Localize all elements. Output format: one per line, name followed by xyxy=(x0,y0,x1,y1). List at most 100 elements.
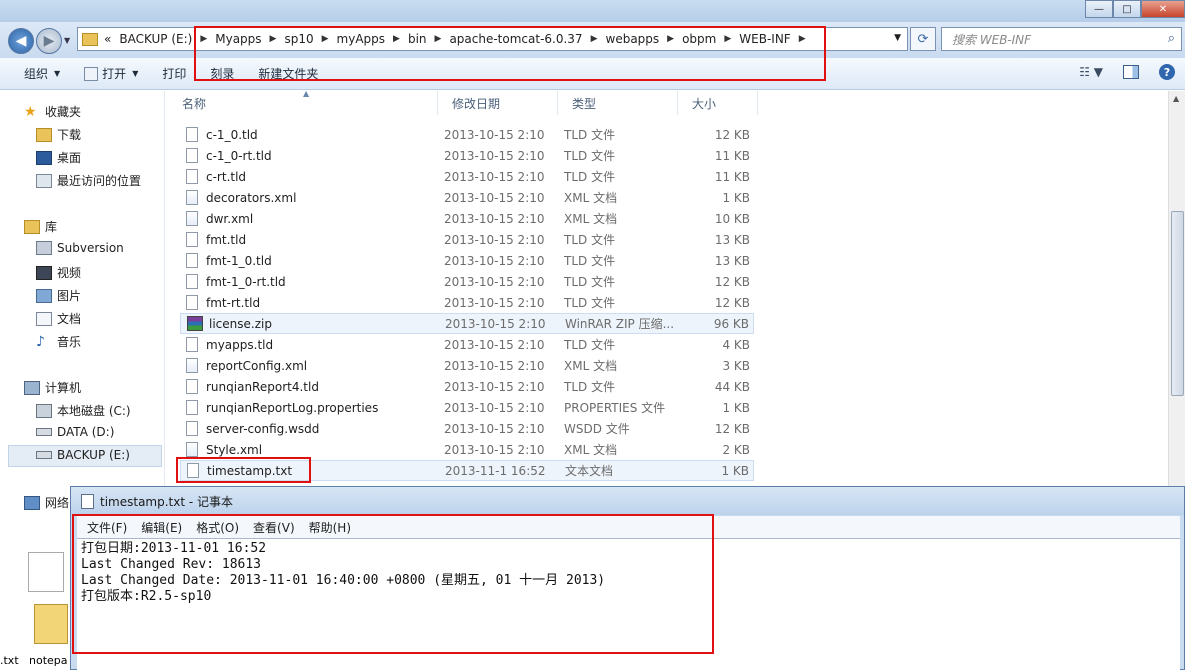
refresh-button[interactable]: ⟳ xyxy=(910,27,936,51)
organize-button[interactable]: 组织 ▼ xyxy=(24,65,60,82)
file-size: 44 KB xyxy=(714,379,750,394)
file-row[interactable]: dwr.xml 2013-10-15 2:10 XML 文档 10 KB xyxy=(180,208,754,229)
file-size: 13 KB xyxy=(714,232,750,247)
nav-documents[interactable]: 文档 xyxy=(36,310,81,327)
forward-button[interactable]: ▶ xyxy=(36,28,62,54)
file-row[interactable]: fmt-1_0.tld 2013-10-15 2:10 TLD 文件 13 KB xyxy=(180,250,754,271)
file-icon xyxy=(186,148,198,163)
column-header-type[interactable]: 类型 xyxy=(558,91,678,115)
file-date: 2013-10-15 2:10 xyxy=(445,316,546,331)
nav-libraries[interactable]: 库 xyxy=(24,218,57,235)
music-icon: ♪ xyxy=(36,333,45,350)
xml-file-icon xyxy=(186,358,198,373)
nav-desktop[interactable]: 桌面 xyxy=(36,149,81,166)
file-row[interactable]: c-rt.tld 2013-10-15 2:10 TLD 文件 11 KB xyxy=(180,166,754,187)
file-row[interactable]: c-1_0.tld 2013-10-15 2:10 TLD 文件 12 KB xyxy=(180,124,754,145)
file-icon xyxy=(186,295,198,310)
file-row[interactable]: license.zip 2013-10-15 2:10 WinRAR ZIP 压缩.… xyxy=(180,313,754,334)
file-type: 文本文档 xyxy=(565,464,614,478)
breadcrumb-root[interactable]: BACKUP (E:) xyxy=(119,32,192,46)
column-header-size[interactable]: 大小 xyxy=(678,91,758,115)
file-name: fmt-rt.tld xyxy=(206,295,261,310)
arrow-right-icon: ▶ xyxy=(43,33,55,49)
nav-recent[interactable]: 最近访问的位置 xyxy=(36,172,141,189)
file-size: 12 KB xyxy=(714,274,750,289)
breadcrumb-overflow-icon[interactable]: « xyxy=(104,32,111,46)
file-icon xyxy=(186,253,198,268)
nav-favorites[interactable]: ★ 收藏夹 xyxy=(24,103,81,120)
desktop-folder-icon[interactable] xyxy=(34,604,68,644)
file-icon xyxy=(186,379,198,394)
nav-label: DATA (D:) xyxy=(57,425,115,439)
annotation-box-file xyxy=(176,457,311,483)
window-controls: — □ ✕ xyxy=(1085,0,1185,18)
arrow-left-icon: ◀ xyxy=(15,33,27,49)
file-type: TLD 文件 xyxy=(564,254,616,268)
column-header-name[interactable]: 名称 ▲ xyxy=(168,89,438,115)
open-icon xyxy=(84,66,99,81)
history-dropdown-icon[interactable]: ▼ xyxy=(64,36,70,45)
drive-c-icon xyxy=(36,403,52,418)
column-header-date[interactable]: 修改日期 xyxy=(438,91,558,115)
search-input[interactable]: 搜索 WEB-INF ⌕ xyxy=(941,27,1182,51)
nav-downloads[interactable]: 下载 xyxy=(36,126,81,143)
nav-label: 库 xyxy=(45,220,58,234)
file-name: fmt-1_0.tld xyxy=(206,253,272,268)
preview-pane-button[interactable] xyxy=(1123,65,1139,79)
file-size: 1 KB xyxy=(722,190,750,205)
column-header-label: 大小 xyxy=(692,96,717,111)
file-name: server-config.wsdd xyxy=(206,421,320,436)
file-size: 3 KB xyxy=(722,358,750,373)
open-button[interactable]: 打开 ▼ xyxy=(84,65,138,82)
print-button[interactable]: 打印 xyxy=(162,65,186,82)
refresh-icon: ⟳ xyxy=(917,31,929,47)
scroll-up-icon[interactable]: ▲ xyxy=(1173,94,1179,103)
notepad-title: timestamp.txt - 记事本 xyxy=(100,494,234,509)
videos-icon xyxy=(36,265,52,280)
nav-pictures[interactable]: 图片 xyxy=(36,287,81,304)
nav-music[interactable]: ♪ 音乐 xyxy=(36,333,81,350)
file-type: TLD 文件 xyxy=(564,275,616,289)
nav-label: 视频 xyxy=(57,266,82,280)
notepad-title-bar: timestamp.txt - 记事本 xyxy=(71,487,1184,515)
file-row[interactable]: runqianReport4.tld 2013-10-15 2:10 TLD 文件 4… xyxy=(180,376,754,397)
nav-backup-e[interactable]: BACKUP (E:) xyxy=(36,448,130,462)
notepad-icon xyxy=(81,493,94,509)
file-row[interactable]: fmt-1_0-rt.tld 2013-10-15 2:10 TLD 文件 12 KB xyxy=(180,271,754,292)
file-row[interactable]: runqianReportLog.properties 2013-10-15 2:… xyxy=(180,397,754,418)
file-row[interactable]: server-config.wsdd 2013-10-15 2:10 WSDD 文件… xyxy=(180,418,754,439)
view-controls: ☷ ▼ ? xyxy=(1079,64,1175,80)
nav-network[interactable]: 网络 xyxy=(24,494,69,511)
change-view-button[interactable]: ☷ ▼ xyxy=(1079,65,1103,79)
nav-label: Subversion xyxy=(57,241,124,255)
nav-data-d[interactable]: DATA (D:) xyxy=(36,425,114,439)
file-row[interactable]: c-1_0-rt.tld 2013-10-15 2:10 TLD 文件 11 KB xyxy=(180,145,754,166)
nav-computer[interactable]: 计算机 xyxy=(24,379,81,396)
file-name: dwr.xml xyxy=(206,211,254,226)
nav-subversion[interactable]: Subversion xyxy=(36,241,124,255)
file-row[interactable]: fmt.tld 2013-10-15 2:10 TLD 文件 13 KB xyxy=(180,229,754,250)
search-icon[interactable]: ⌕ xyxy=(1168,31,1175,46)
file-row[interactable]: reportConfig.xml 2013-10-15 2:10 XML 文档 3 K… xyxy=(180,355,754,376)
file-size: 12 KB xyxy=(714,127,750,142)
file-list-scrollbar[interactable]: ▲ xyxy=(1168,91,1185,491)
pictures-icon xyxy=(36,288,52,303)
file-size: 10 KB xyxy=(714,211,750,226)
maximize-button[interactable]: □ xyxy=(1113,0,1141,18)
print-label: 打印 xyxy=(162,67,187,81)
address-dropdown-icon[interactable]: ▼ xyxy=(894,33,901,43)
scrollbar-thumb[interactable] xyxy=(1171,211,1184,396)
file-icon xyxy=(186,337,198,352)
nav-local-c[interactable]: 本地磁盘 (C:) xyxy=(36,402,131,419)
file-date: 2013-11-1 16:52 xyxy=(445,463,546,478)
desktop-file-icon[interactable] xyxy=(28,552,64,592)
nav-videos[interactable]: 视频 xyxy=(36,264,81,281)
close-button[interactable]: ✕ xyxy=(1141,0,1185,18)
file-date: 2013-10-15 2:10 xyxy=(444,127,545,142)
file-row[interactable]: myapps.tld 2013-10-15 2:10 TLD 文件 4 KB xyxy=(180,334,754,355)
minimize-button[interactable]: — xyxy=(1085,0,1113,18)
file-row[interactable]: decorators.xml 2013-10-15 2:10 XML 文档 1 KB xyxy=(180,187,754,208)
help-button[interactable]: ? xyxy=(1159,64,1175,80)
file-row[interactable]: fmt-rt.tld 2013-10-15 2:10 TLD 文件 12 KB xyxy=(180,292,754,313)
back-button[interactable]: ◀ xyxy=(8,28,34,54)
